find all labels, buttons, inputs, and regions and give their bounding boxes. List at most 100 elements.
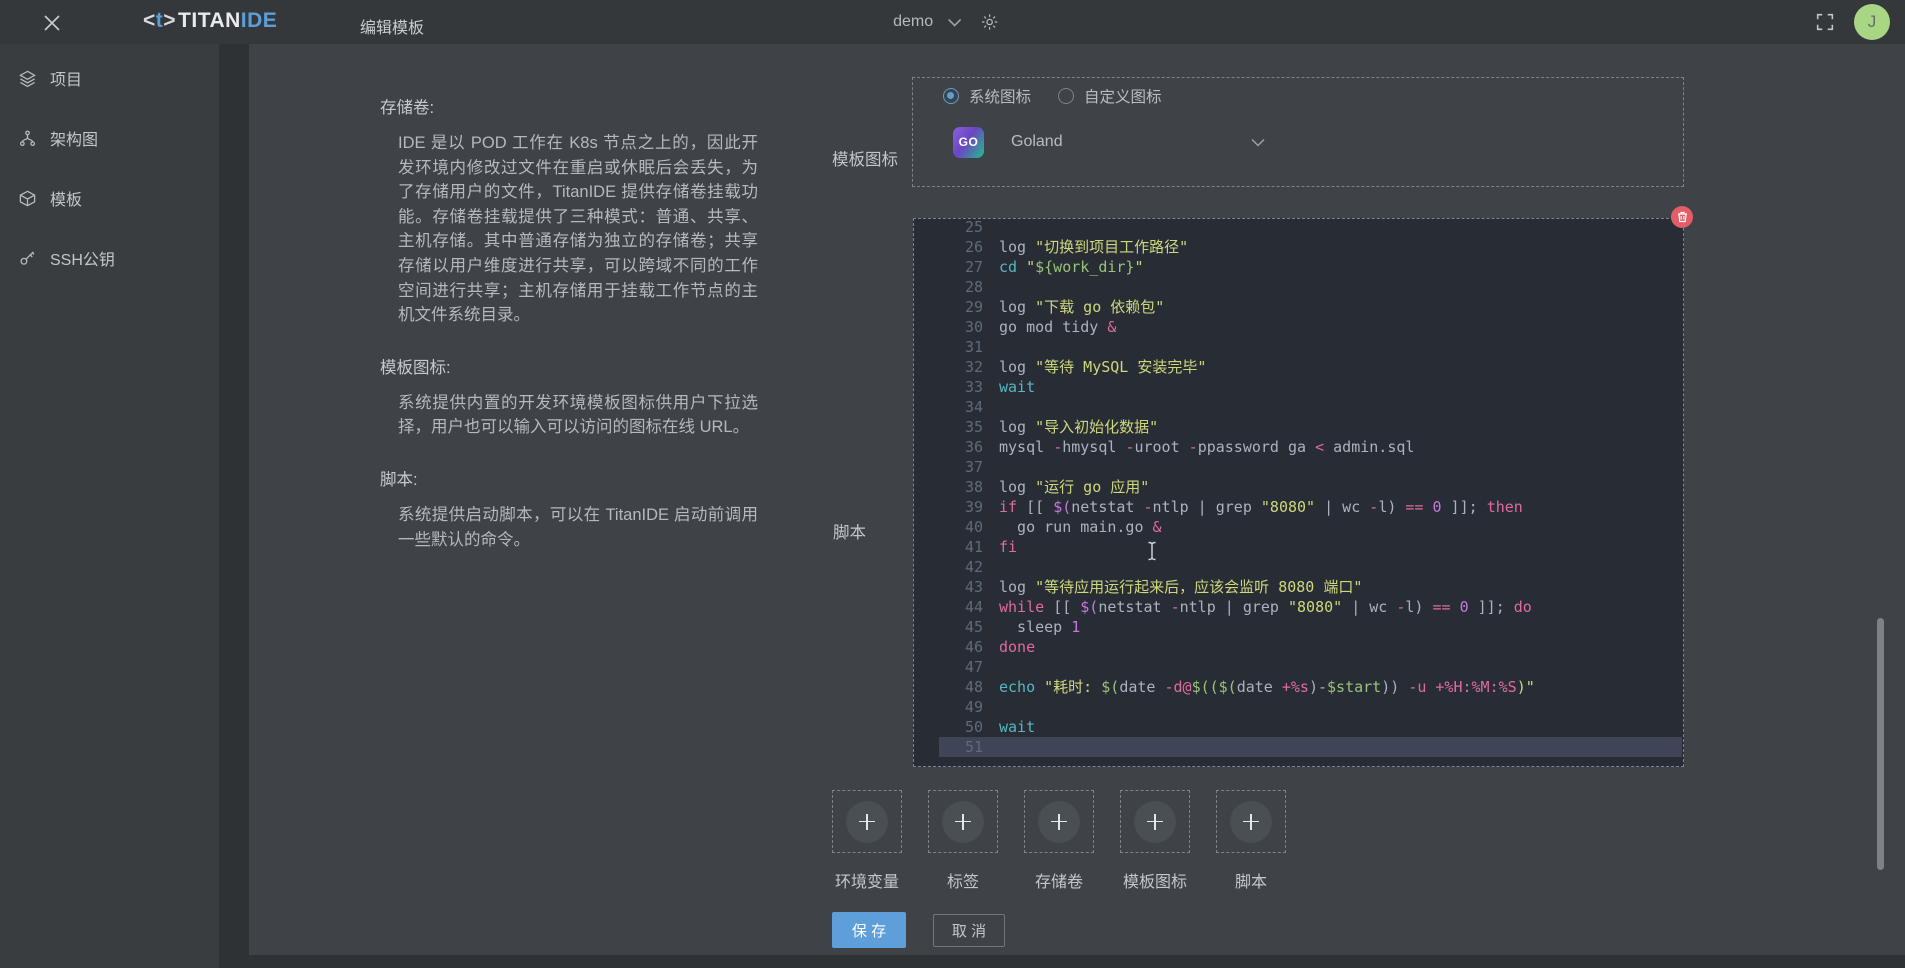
workspace-selector[interactable]: demo [893,13,961,31]
chevron-down-icon [1251,138,1265,147]
line-number: 50 [915,717,983,737]
script-editor[interactable]: 2526log "切换到项目工作路径"27cd "${work_dir}"282… [913,218,1684,767]
code-line: 47 [915,657,1682,677]
topbar-right: J [1814,0,1890,44]
line-number: 30 [915,317,983,337]
plus-icon [942,801,984,843]
add-button-label: 标签 [928,868,998,892]
radio-circle [943,88,959,104]
add-template-icon-button[interactable] [1120,790,1190,853]
cube-icon [18,189,37,208]
sidebar-item-projects[interactable]: 项目 [0,52,219,104]
line-number: 31 [915,337,983,357]
layers-icon [18,69,37,88]
code-line: 36mysql -hmysql -uroot -ppassword ga < a… [915,437,1682,457]
code-line: 40 go run main.go & [915,517,1682,537]
line-number: 41 [915,537,983,557]
plus-icon [846,801,888,843]
sidebar-item-ssh-keys[interactable]: SSH公钥 [0,232,219,284]
line-number: 44 [915,597,983,617]
desc-heading-script: 脚本: [380,466,758,490]
sidebar-item-templates[interactable]: 模板 [0,172,219,224]
radio-label: 自定义图标 [1084,85,1162,107]
line-number: 45 [915,617,983,637]
avatar[interactable]: J [1854,4,1890,40]
key-icon [18,249,37,268]
line-number: 33 [915,377,983,397]
radio-circle [1058,88,1074,104]
desc-body-icon: 系统提供内置的开发环境模板图标供用户下拉选择，用户也可以输入可以访问的图标在线 … [380,391,758,440]
code-line: 41fi [915,537,1682,557]
sidebar-item-architecture[interactable]: 架构图 [0,112,219,164]
page-scrollbar[interactable] [1877,618,1884,870]
plus-icon [1134,801,1176,843]
goland-icon: GO [953,127,984,158]
radio-custom-icon[interactable]: 自定义图标 [1058,85,1162,107]
template-icon-field-label: 模板图标 [832,146,898,170]
fullscreen-icon[interactable] [1814,11,1836,33]
template-icon-field: 系统图标 自定义图标 GO Goland [912,77,1684,187]
add-section-buttons: 环境变量 标签 存储卷 模板图标 脚本 [832,790,1286,892]
icon-source-radio-group: 系统图标 自定义图标 [943,85,1162,107]
fork-icon [18,129,37,148]
sidebar-item-label: 模板 [50,186,82,210]
logo-ide: IDE [241,9,278,32]
close-icon[interactable] [40,11,64,35]
code-line: 51 [915,737,1682,757]
code-line: 28 [915,277,1682,297]
save-button[interactable]: 保 存 [832,912,906,948]
sidebar-item-label: 项目 [50,66,82,90]
line-number: 48 [915,677,983,697]
line-number: 32 [915,357,983,377]
desc-heading-icon: 模板图标: [380,354,758,378]
add-tag-button[interactable] [928,790,998,853]
code-line: 25 [915,220,1682,237]
topbar-center: demo [893,0,999,44]
line-number: 28 [915,277,983,297]
radio-label: 系统图标 [969,85,1031,107]
sidebar: 项目 架构图 模板 SSH公钥 [0,44,219,968]
delete-script-button[interactable] [1671,206,1693,228]
line-number: 42 [915,557,983,577]
plus-icon [1038,801,1080,843]
line-number: 34 [915,397,983,417]
app-logo: <t>TITANIDE [143,9,277,33]
add-volume-button[interactable] [1024,790,1094,853]
logo-bracket-right: > [163,9,176,32]
line-number: 47 [915,657,983,677]
code-line: 30go mod tidy & [915,317,1682,337]
line-number: 40 [915,517,983,537]
help-description: 存储卷: IDE 是以 POD 工作在 K8s 节点之上的，因此开发环境内修改过… [380,94,758,578]
add-tag: 标签 [928,790,998,892]
add-button-label: 环境变量 [832,868,902,892]
add-volume: 存储卷 [1024,790,1094,892]
line-number: 43 [915,577,983,597]
content-panel: 存储卷: IDE 是以 POD 工作在 K8s 节点之上的，因此开发环境内修改过… [249,44,1905,955]
desc-body-volumes: IDE 是以 POD 工作在 K8s 节点之上的，因此开发环境内修改过文件在重启… [380,131,758,328]
add-env-var: 环境变量 [832,790,902,892]
add-button-label: 模板图标 [1120,868,1190,892]
add-button-label: 脚本 [1216,868,1286,892]
add-env-var-button[interactable] [832,790,902,853]
workspace-name: demo [893,13,933,31]
line-number: 39 [915,497,983,517]
line-number: 46 [915,637,983,657]
chevron-down-icon [947,18,961,27]
add-script-button[interactable] [1216,790,1286,853]
cancel-button[interactable]: 取 消 [933,914,1005,947]
code-line: 39if [[ $(netstat -ntlp | grep "8080" | … [915,497,1682,517]
logo-titan: TITAN [178,9,241,32]
icon-select-dropdown[interactable]: GO Goland [953,121,1293,163]
gear-icon[interactable] [979,12,999,32]
code-line: 34 [915,397,1682,417]
code-line: 33wait [915,377,1682,397]
code-line: 32log "等待 MySQL 安装完毕" [915,357,1682,377]
radio-system-icon[interactable]: 系统图标 [943,85,1031,107]
line-number: 25 [915,220,983,237]
line-number: 51 [915,737,983,757]
sidebar-item-label: SSH公钥 [50,246,115,270]
line-number: 36 [915,437,983,457]
line-number: 37 [915,457,983,477]
add-template-icon: 模板图标 [1120,790,1190,892]
line-number: 38 [915,477,983,497]
